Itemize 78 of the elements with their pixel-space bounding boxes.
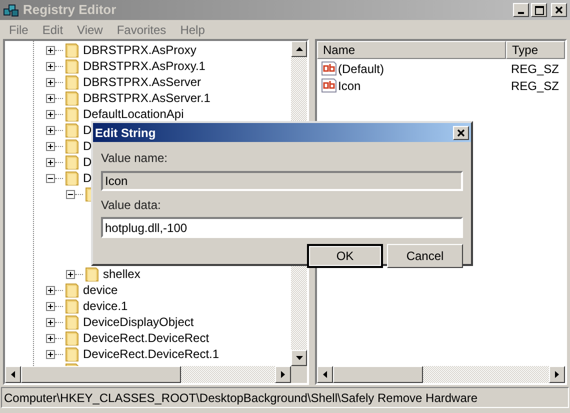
folder-icon xyxy=(64,282,80,298)
value-name[interactable]: (Default) xyxy=(338,60,384,78)
value-type: REG_SZ xyxy=(510,78,560,94)
expand-box[interactable] xyxy=(46,318,55,326)
folder-icon xyxy=(64,58,80,74)
collapse-box[interactable] xyxy=(46,174,55,182)
folder-icon xyxy=(64,106,80,122)
expand-box[interactable] xyxy=(46,334,55,342)
up-arrow-icon xyxy=(296,47,302,51)
string-value-icon xyxy=(321,78,337,93)
folder-icon xyxy=(64,298,80,314)
dialog-title: Edit String xyxy=(95,124,156,142)
tree-key[interactable]: device xyxy=(83,281,118,299)
minimize-button[interactable] xyxy=(513,3,529,17)
right-arrow-icon xyxy=(281,371,285,378)
close-icon xyxy=(457,128,465,136)
tree-key[interactable]: D xyxy=(83,153,92,171)
expand-box[interactable] xyxy=(66,270,75,278)
left-arrow-icon xyxy=(11,371,15,378)
tree-key[interactable]: DefaultLocationApi xyxy=(83,105,184,123)
dialog-button[interactable]: Cancel xyxy=(387,244,463,268)
maximize-button[interactable] xyxy=(531,3,547,17)
expand-box[interactable] xyxy=(46,62,55,70)
folder-icon xyxy=(64,170,80,186)
expand-box[interactable] xyxy=(46,94,55,102)
close-button[interactable] xyxy=(453,126,469,140)
maximize-icon xyxy=(534,6,544,14)
close-icon xyxy=(555,6,563,14)
close-button[interactable] xyxy=(551,3,567,17)
expand-box[interactable] xyxy=(46,126,55,134)
column-header[interactable]: Type xyxy=(506,41,565,59)
tree-key[interactable]: shellex xyxy=(103,265,140,283)
expand-box[interactable] xyxy=(46,110,55,118)
column-header[interactable]: Name xyxy=(317,41,506,59)
string-value-icon xyxy=(321,61,337,76)
value-type: REG_SZ xyxy=(510,60,560,78)
expand-box[interactable] xyxy=(46,158,55,166)
expand-box[interactable] xyxy=(46,350,55,358)
left-arrow-icon xyxy=(323,371,327,378)
field-label: Value name: xyxy=(101,150,168,167)
tree-key[interactable]: device.1 xyxy=(83,297,128,315)
folder-icon xyxy=(84,266,100,282)
down-arrow-icon xyxy=(296,356,302,360)
folder-icon xyxy=(64,314,80,330)
collapse-box[interactable] xyxy=(66,190,75,198)
tree-key[interactable]: D xyxy=(83,121,92,139)
folder-icon xyxy=(64,90,80,106)
folder-icon xyxy=(64,154,80,170)
tree-key[interactable]: DeviceRect.DeviceRect.1 xyxy=(83,345,220,363)
right-arrow-icon xyxy=(555,371,559,378)
tree-key[interactable]: D xyxy=(83,137,92,155)
horizontal-scrollbar[interactable] xyxy=(317,366,565,383)
tree-key[interactable]: D xyxy=(83,169,92,187)
window-title: Registry Editor xyxy=(23,1,116,20)
tree-key[interactable]: DeviceRect.DeviceRect xyxy=(83,329,210,347)
folder-icon xyxy=(64,330,80,346)
tree-key[interactable]: DBRSTPRX.AsServer xyxy=(83,73,202,91)
expand-box[interactable] xyxy=(46,78,55,86)
value-name[interactable]: Icon xyxy=(338,76,361,94)
folder-icon xyxy=(64,122,80,138)
field-label: Value data: xyxy=(101,197,162,214)
expand-box[interactable] xyxy=(46,46,55,54)
registry-cubes-icon xyxy=(3,2,19,18)
value-name-field[interactable]: Icon xyxy=(101,171,463,191)
folder-icon xyxy=(64,74,80,90)
tree-key[interactable]: DBRSTPRX.AsServer.1 xyxy=(83,89,210,107)
tree-key[interactable]: DeviceDisplayObject xyxy=(83,313,194,331)
status-path: Computer\HKEY_CLASSES_ROOT\DesktopBackground\Shell\Safely Remove Hardware xyxy=(4,390,478,406)
horizontal-scrollbar[interactable] xyxy=(5,366,291,383)
tree-key[interactable]: DBRSTPRX.AsProxy.1 xyxy=(83,57,206,75)
tree-key[interactable]: DBRSTPRX.AsProxy xyxy=(83,41,196,59)
expand-box[interactable] xyxy=(46,286,55,294)
value-data-field[interactable]: hotplug.dll,-100 xyxy=(101,217,463,238)
expand-box[interactable] xyxy=(46,302,55,310)
expand-box[interactable] xyxy=(46,142,55,150)
folder-icon xyxy=(64,42,80,58)
folder-icon xyxy=(64,138,80,154)
dialog-button[interactable]: OK xyxy=(307,244,383,268)
